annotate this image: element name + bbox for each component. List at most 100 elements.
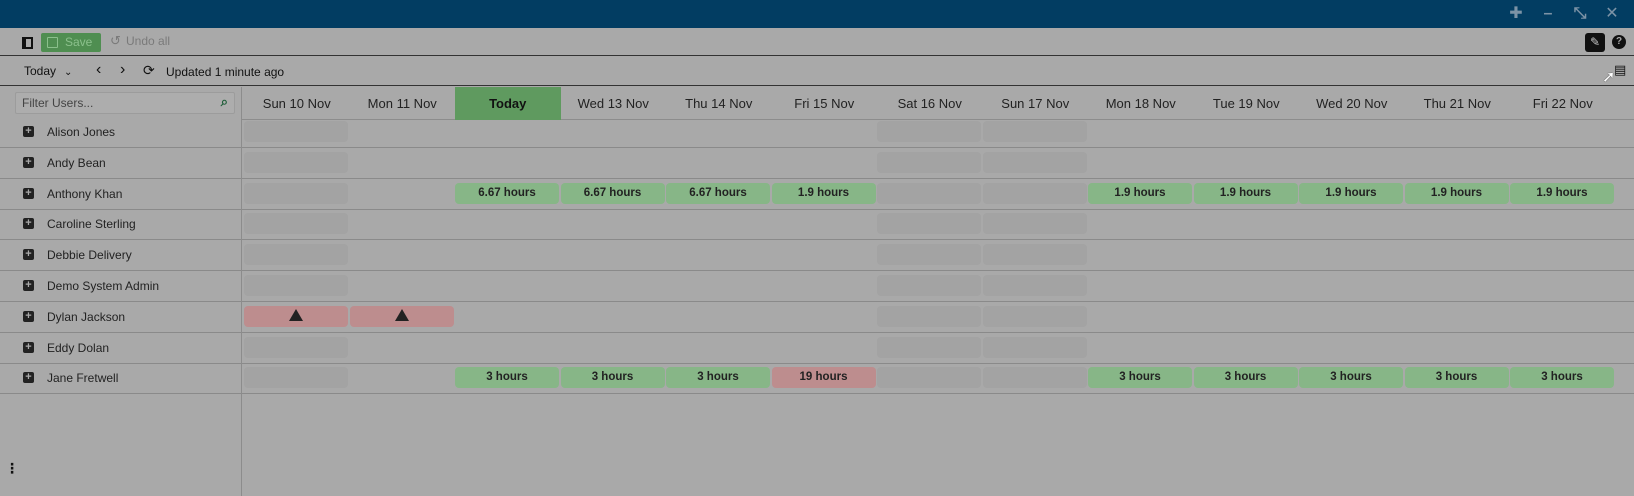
empty-day-cell[interactable] xyxy=(982,151,1087,173)
user-row: + Caroline Sterling xyxy=(0,208,1634,241)
edit-button[interactable]: ✎ xyxy=(1585,33,1605,52)
hours-cell[interactable]: 1.9 hours xyxy=(1404,182,1509,204)
empty-day-cell[interactable] xyxy=(982,367,1087,389)
empty-day-cell[interactable] xyxy=(877,336,981,358)
hours-cell[interactable]: 6.67 hours xyxy=(666,182,770,204)
mouse-cursor-icon: ➚ xyxy=(1602,69,1616,86)
user-name[interactable]: Alison Jones xyxy=(47,125,115,139)
empty-day-cell[interactable] xyxy=(982,182,1087,204)
hours-cell[interactable]: 3 hours xyxy=(1404,367,1509,389)
expand-icon[interactable]: + xyxy=(23,280,34,291)
expand-icon[interactable]: + xyxy=(23,341,34,353)
empty-day-cell[interactable] xyxy=(244,121,348,142)
hours-cell[interactable]: 1.9 hours xyxy=(771,182,876,204)
empty-day-cell[interactable] xyxy=(877,121,981,142)
hours-cell[interactable]: 1.9 hours xyxy=(1299,182,1403,204)
pencil-icon: ✎ xyxy=(1589,35,1601,49)
user-name[interactable]: Dylan Jackson xyxy=(47,310,125,324)
user-row: + Debbie Delivery xyxy=(0,239,1634,272)
save-button[interactable]: Save xyxy=(41,33,101,52)
expand-icon[interactable]: + xyxy=(23,249,34,261)
empty-day-cell[interactable] xyxy=(244,182,348,204)
book-icon[interactable]: ▤ xyxy=(1614,62,1626,78)
user-name[interactable]: Anthony Khan xyxy=(47,187,122,201)
empty-day-cell[interactable] xyxy=(982,275,1087,296)
empty-day-cell[interactable] xyxy=(877,182,981,204)
hours-cell[interactable]: 3 hours xyxy=(455,367,559,389)
minimize-icon[interactable]: – xyxy=(1536,2,1560,26)
undo-all-button[interactable]: ↺ Undo all xyxy=(110,33,171,48)
hours-cell[interactable]: 1.9 hours xyxy=(1088,182,1192,204)
close-icon[interactable]: ✕ xyxy=(1600,2,1624,26)
expand-icon[interactable]: + xyxy=(23,187,34,199)
user-name[interactable]: Jane Fretwell xyxy=(47,371,118,385)
hours-cell[interactable]: 3 hours xyxy=(1299,367,1403,389)
expand-icon[interactable]: + xyxy=(23,372,34,384)
save-label: Save xyxy=(65,35,93,49)
empty-day-cell[interactable] xyxy=(877,151,981,173)
undo-label: Undo all xyxy=(126,34,171,48)
empty-day-cell[interactable] xyxy=(877,213,981,235)
user-row: + Andy Bean xyxy=(0,147,1634,179)
empty-day-cell[interactable] xyxy=(244,336,348,358)
expand-icon[interactable]: + xyxy=(23,126,34,137)
empty-day-cell[interactable] xyxy=(244,151,348,173)
empty-day-cell[interactable] xyxy=(982,336,1087,358)
user-row: + Eddy Dolan xyxy=(0,332,1634,364)
user-row: + Demo System Admin xyxy=(0,270,1634,302)
empty-day-cell[interactable] xyxy=(982,213,1087,235)
window-titlebar: ✚ – ⤡ ✕ xyxy=(0,0,1634,28)
panel-toggle-icon[interactable] xyxy=(22,37,33,49)
expand-icon[interactable]: + xyxy=(23,156,34,168)
warning-icon xyxy=(394,308,409,321)
help-button[interactable]: ? xyxy=(1612,35,1626,49)
hours-cell[interactable]: 3 hours xyxy=(1193,367,1298,389)
previous-icon[interactable]: ‹ xyxy=(96,61,101,79)
pin-icon[interactable]: ✚ xyxy=(1504,2,1528,26)
empty-day-cell[interactable] xyxy=(244,244,348,266)
warning-cell[interactable] xyxy=(349,305,454,327)
user-row: + Dylan Jackson xyxy=(0,301,1634,333)
warning-cell[interactable] xyxy=(244,305,348,327)
drag-handle-icon[interactable]: ⋮ xyxy=(5,461,19,475)
empty-day-cell[interactable] xyxy=(982,244,1087,266)
user-name[interactable]: Demo System Admin xyxy=(47,279,159,293)
user-row: + Anthony Khan 6.67 hours 6.67 hours 6.67 ho… xyxy=(0,178,1634,210)
empty-day-cell[interactable] xyxy=(244,367,348,389)
refresh-icon[interactable]: ⟳ xyxy=(143,62,155,79)
question-icon: ? xyxy=(1615,36,1623,47)
next-icon[interactable]: › xyxy=(120,61,125,79)
empty-day-cell[interactable] xyxy=(244,275,348,296)
hours-cell[interactable]: 1.9 hours xyxy=(1193,182,1298,204)
hours-cell[interactable]: 3 hours xyxy=(666,367,770,389)
schedule-grid: ⌕ Sun 10 NovMon 11 NovTodayWed 13 NovThu… xyxy=(0,87,1634,496)
search-icon[interactable]: ⌕ xyxy=(221,94,228,110)
navigation-bar: Today ⌄ ‹ › ⟳ Updated 1 minute ago ▤ ➚ xyxy=(0,57,1634,86)
hours-cell[interactable]: 19 hours xyxy=(771,367,876,389)
empty-day-cell[interactable] xyxy=(982,305,1087,327)
hours-cell[interactable]: 6.67 hours xyxy=(560,182,665,204)
undo-icon: ↺ xyxy=(110,33,121,48)
hours-cell[interactable]: 6.67 hours xyxy=(455,182,559,204)
period-select[interactable]: Today ⌄ xyxy=(24,64,72,78)
user-name[interactable]: Eddy Dolan xyxy=(47,341,109,355)
user-name[interactable]: Andy Bean xyxy=(47,156,106,170)
expand-icon[interactable]: + xyxy=(23,310,34,322)
empty-day-cell[interactable] xyxy=(244,213,348,235)
empty-day-cell[interactable] xyxy=(877,305,981,327)
hours-cell[interactable]: 3 hours xyxy=(560,367,665,389)
user-name[interactable]: Caroline Sterling xyxy=(47,217,136,231)
hours-cell[interactable]: 3 hours xyxy=(1510,367,1614,389)
hours-cell[interactable]: 3 hours xyxy=(1088,367,1192,389)
user-name[interactable]: Debbie Delivery xyxy=(47,248,132,262)
restore-icon[interactable]: ⤡ xyxy=(1568,2,1592,26)
user-row: + Alison Jones xyxy=(0,116,1634,148)
empty-day-cell[interactable] xyxy=(877,275,981,296)
expand-icon[interactable]: + xyxy=(23,218,34,230)
empty-day-cell[interactable] xyxy=(982,121,1087,142)
empty-day-cell[interactable] xyxy=(877,367,981,389)
hours-cell[interactable]: 1.9 hours xyxy=(1510,182,1614,204)
updated-status: Updated 1 minute ago xyxy=(166,65,285,79)
filter-users-input[interactable] xyxy=(22,95,212,111)
empty-day-cell[interactable] xyxy=(877,244,981,266)
